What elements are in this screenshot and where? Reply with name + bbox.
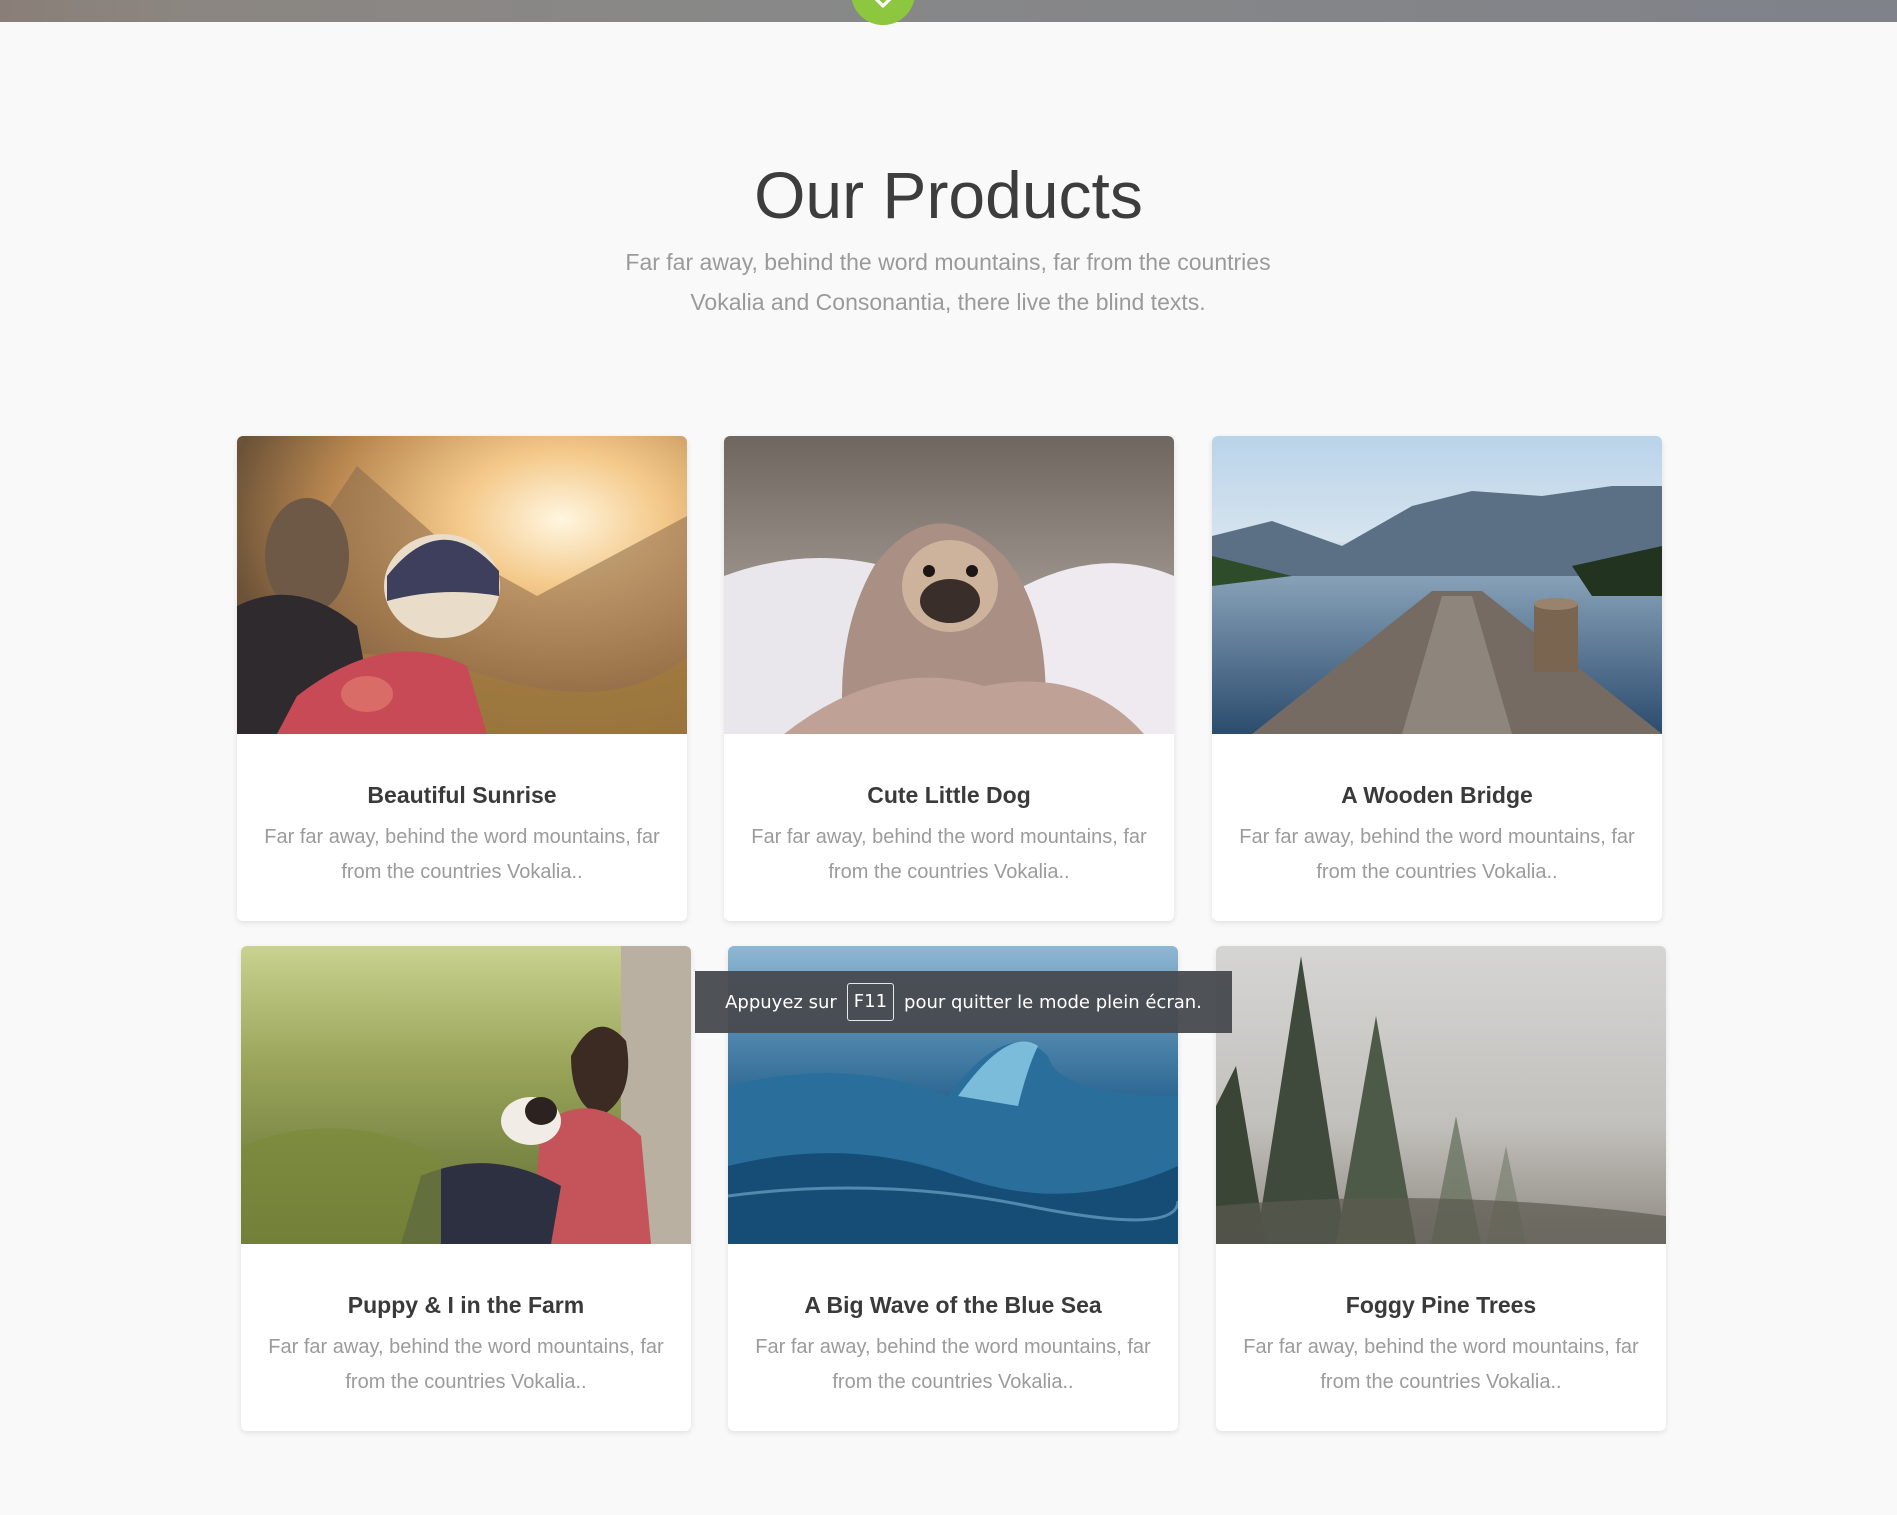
product-card[interactable]: A Wooden Bridge Far far away, behind the… bbox=[1212, 436, 1662, 921]
f11-key-badge: F11 bbox=[846, 983, 895, 1021]
product-image-bridge bbox=[1212, 436, 1662, 734]
product-description: Far far away, behind the word mountains,… bbox=[751, 826, 1147, 883]
product-card[interactable]: Cute Little Dog Far far away, behind the… bbox=[724, 436, 1174, 921]
product-image-sunrise bbox=[237, 436, 687, 734]
product-image-pines bbox=[1216, 946, 1666, 1244]
product-description: Far far away, behind the word mountains,… bbox=[1243, 1336, 1639, 1393]
fullscreen-exit-notice: Appuyez sur F11 pour quitter le mode ple… bbox=[695, 971, 1232, 1033]
product-description: Far far away, behind the word mountains,… bbox=[1239, 826, 1635, 883]
hero-bottom-edge bbox=[0, 0, 1897, 22]
product-title: Foggy Pine Trees bbox=[1345, 1292, 1537, 1318]
product-description: Far far away, behind the word mountains,… bbox=[264, 826, 660, 883]
product-card[interactable]: Foggy Pine Trees Far far away, behind th… bbox=[1216, 946, 1666, 1431]
product-title: A Wooden Bridge bbox=[1341, 782, 1533, 808]
section-subtitle: Far far away, behind the word mountains,… bbox=[625, 249, 1271, 315]
notice-text-after: pour quitter le mode plein écran. bbox=[904, 991, 1202, 1013]
product-card[interactable]: Puppy & I in the Farm Far far away, behi… bbox=[241, 946, 691, 1431]
product-description: Far far away, behind the word mountains,… bbox=[755, 1336, 1151, 1393]
chevron-down-icon bbox=[874, 0, 892, 8]
product-image-farm bbox=[241, 946, 691, 1244]
product-title: Puppy & I in the Farm bbox=[347, 1292, 585, 1318]
product-image-dog bbox=[724, 436, 1174, 734]
product-card[interactable]: Beautiful Sunrise Far far away, behind t… bbox=[237, 436, 687, 921]
product-title: A Big Wave of the Blue Sea bbox=[804, 1292, 1102, 1318]
product-title: Beautiful Sunrise bbox=[367, 782, 557, 808]
product-description: Far far away, behind the word mountains,… bbox=[268, 1336, 664, 1393]
section-title: Our Products bbox=[754, 158, 1143, 232]
notice-text-before: Appuyez sur bbox=[725, 991, 837, 1013]
product-title: Cute Little Dog bbox=[867, 782, 1031, 808]
